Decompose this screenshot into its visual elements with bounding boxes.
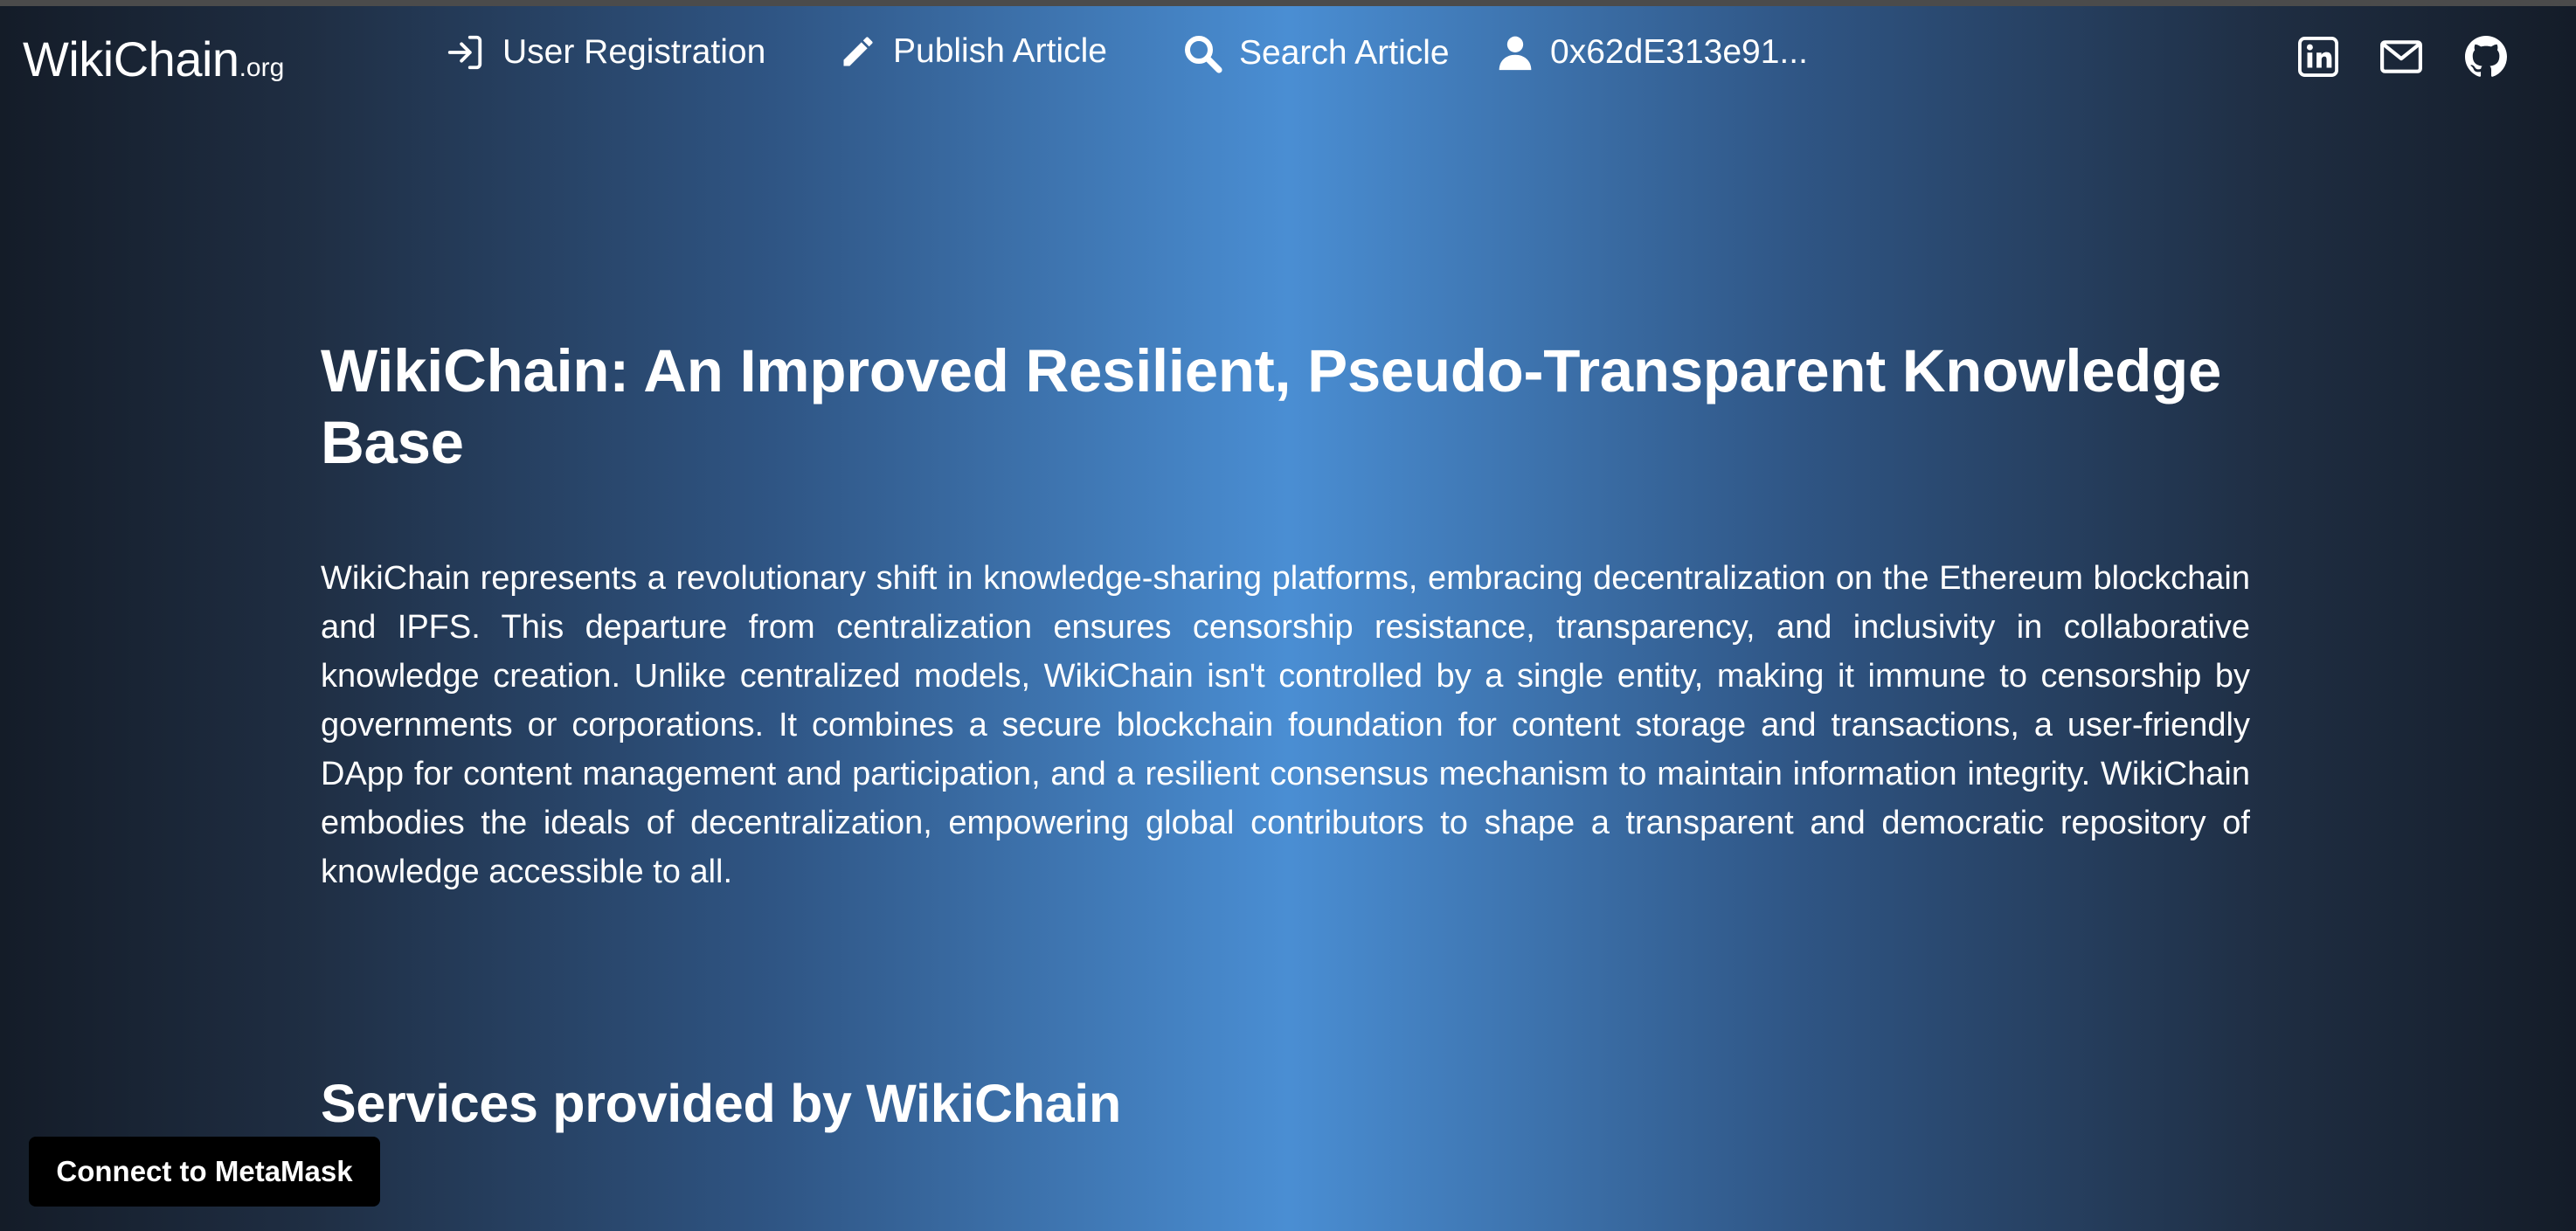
services-heading: Services provided by WikiChain: [321, 1074, 1121, 1133]
mail-link[interactable]: [2375, 31, 2427, 83]
connect-metamask-button[interactable]: Connect to MetaMask: [29, 1137, 380, 1207]
account-address: 0x62dE313e91...: [1550, 33, 1808, 71]
nav-user-registration[interactable]: User Registration: [443, 32, 765, 73]
user-icon: [1499, 36, 1532, 71]
mail-icon: [2380, 40, 2422, 73]
nav-publish-article-label: Publish Article: [893, 32, 1107, 70]
login-icon: [447, 35, 482, 70]
top-navbar: WikiChain.org User Registration Publish …: [0, 6, 2576, 102]
nav-account[interactable]: 0x62dE313e91...: [1496, 32, 1808, 73]
search-icon: [1185, 36, 1222, 73]
intro-paragraph: WikiChain represents a revolutionary shi…: [321, 560, 2250, 890]
github-icon: [2465, 36, 2507, 77]
linkedin-link[interactable]: [2292, 31, 2344, 83]
nav-search-article[interactable]: Search Article: [1181, 32, 1450, 74]
nav-user-registration-label: User Registration: [502, 33, 766, 71]
pencil-icon: [843, 37, 873, 66]
github-link[interactable]: [2460, 31, 2512, 83]
nav-publish-article[interactable]: Publish Article: [839, 32, 1107, 71]
window-top-border: [0, 0, 2576, 6]
linkedin-icon: [2298, 37, 2338, 77]
brand-tld: .org: [239, 53, 285, 82]
page-title: WikiChain: An Improved Resilient, Pseudo…: [321, 337, 2222, 476]
brand-logo[interactable]: WikiChain.org: [23, 31, 284, 87]
nav-search-article-label: Search Article: [1239, 34, 1450, 72]
brand-name: WikiChain: [23, 31, 239, 86]
